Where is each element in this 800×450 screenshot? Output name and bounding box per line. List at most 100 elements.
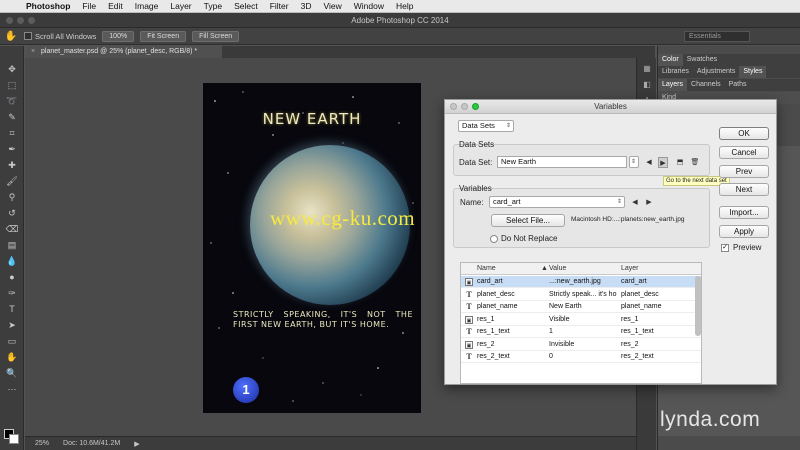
menu-filter[interactable]: Filter [264,1,295,11]
shape-tool-icon[interactable]: ▭ [5,334,19,348]
previous-variable-icon[interactable]: ◀ [630,197,640,208]
data-sets-group-title: Data Sets [459,140,495,149]
history-brush-tool-icon[interactable]: ↺ [5,206,19,220]
background-color-swatch[interactable] [9,434,19,444]
variables-table[interactable]: Name ▲ Value Layer ▣ card_art ...:new_eart… [460,262,702,384]
fit-screen-button[interactable]: Fit Screen [140,30,187,42]
history-panel-icon[interactable]: ▦ [641,64,653,74]
scroll-all-windows-checkbox[interactable]: Scroll All Windows [24,32,96,41]
hand-tool-icon[interactable]: ✋ [5,350,19,364]
menu-help[interactable]: Help [390,1,419,11]
menu-layer[interactable]: Layer [164,1,197,11]
status-arrow-icon[interactable]: ▶ [134,440,139,448]
document-tab[interactable]: × planet_master.psd @ 25% (planet_desc, … [27,46,222,58]
tab-styles[interactable]: Styles [739,66,767,78]
dialog-close-icon[interactable] [450,103,457,110]
properties-panel-icon[interactable]: ◧ [641,80,653,90]
menu-type[interactable]: Type [198,1,228,11]
zoom-level[interactable]: 25% [35,440,49,447]
dialog-zoom-icon[interactable] [472,103,479,110]
lasso-tool-icon[interactable]: ➰ [5,94,19,108]
table-row[interactable]: ▣ res_2 Invisible res_2 [461,339,701,351]
menu-image[interactable]: Image [129,1,165,11]
menu-select[interactable]: Select [228,1,264,11]
menu-file[interactable]: File [76,1,102,11]
next-data-set-icon[interactable]: ▶ [658,157,668,168]
select-file-button[interactable]: Select File... [491,214,565,227]
import-button[interactable]: Import... [719,206,769,219]
table-scrollbar[interactable] [695,276,701,336]
delete-data-set-icon[interactable]: 🗑 [690,157,700,168]
mode-select-value: Data Sets [462,121,495,130]
dialog-minimize-icon[interactable] [461,103,468,110]
fill-screen-button[interactable]: Fill Screen [192,30,240,42]
data-set-field[interactable]: New Earth [497,156,627,168]
card-title-text: NEW EARTH [262,110,362,128]
tab-adjustments[interactable]: Adjustments [693,66,740,78]
column-name-header[interactable]: Name [477,263,496,275]
tab-libraries[interactable]: Libraries [658,66,693,78]
more-tools-icon[interactable]: ⋯ [5,382,19,396]
table-row[interactable]: Tplanet_desc Strictly speak... it's home.… [461,289,701,301]
next-variable-icon[interactable]: ▶ [644,197,654,208]
table-row[interactable]: Tplanet_name New Earth planet_name [461,301,701,313]
do-not-replace-radio[interactable] [490,235,498,243]
crop-tool-icon[interactable]: ⌗ [5,126,19,140]
apply-button[interactable]: Apply [719,225,769,238]
column-value-header[interactable]: Value [549,263,566,275]
tab-paths[interactable]: Paths [725,79,751,91]
tab-color[interactable]: Color [658,54,683,66]
brush-tool-icon[interactable]: 🖌 [5,174,19,188]
menu-3d[interactable]: 3D [295,1,318,11]
tab-swatches[interactable]: Swatches [683,54,721,66]
eyedropper-tool-icon[interactable]: ✒ [5,142,19,156]
variable-name-select[interactable]: card_art ⇕ [489,196,625,208]
healing-brush-tool-icon[interactable]: ✚ [5,158,19,172]
table-row[interactable]: Tres_1_text 1 res_1_text [461,326,701,338]
close-tab-icon[interactable]: × [31,46,35,58]
hand-tool-icon[interactable]: ✋ [4,31,18,42]
previous-data-set-icon[interactable]: ◀ [644,157,654,168]
marquee-tool-icon[interactable]: ⬚ [5,78,19,92]
menu-window[interactable]: Window [348,1,390,11]
table-row[interactable]: ▣ card_art ...:new_earth.jpg card_art [461,276,701,288]
next-button[interactable]: Next [719,183,769,196]
row-layer-cell: card_art [621,278,647,285]
table-row[interactable]: Tres_2_text 0 res_2_text [461,351,701,363]
preview-checkbox[interactable]: ✓ [721,244,729,252]
mode-select[interactable]: Data Sets ⇕ [458,120,514,132]
document-canvas[interactable]: NEW EARTH STRICTLY SPEAKING, IT'S NOT TH… [203,83,421,413]
save-data-set-icon[interactable]: ⬒ [675,157,685,168]
quick-select-tool-icon[interactable]: ✎ [5,110,19,124]
pen-tool-icon[interactable]: ✑ [5,286,19,300]
move-tool-icon[interactable]: ✥ [5,62,19,76]
ok-button[interactable]: OK [719,127,769,140]
tab-channels[interactable]: Channels [687,79,725,91]
column-layer-header[interactable]: Layer [621,263,639,275]
path-selection-tool-icon[interactable]: ➤ [5,318,19,332]
gradient-tool-icon[interactable]: ▤ [5,238,19,252]
dodge-tool-icon[interactable]: ● [5,270,19,284]
dialog-window-controls [450,103,479,110]
row-value-cell: Invisible [549,340,575,348]
clone-stamp-tool-icon[interactable]: ⚲ [5,190,19,204]
preview-label: Preview [733,243,762,252]
menu-app[interactable]: Photoshop [20,1,76,11]
color-panel-tabs: Color Swatches [658,54,800,66]
tab-layers[interactable]: Layers [658,79,688,91]
zoom-100-button[interactable]: 100% [102,30,135,42]
eraser-tool-icon[interactable]: ⌫ [5,222,19,236]
sort-ascending-icon[interactable]: ▲ [541,263,548,275]
zoom-tool-icon[interactable]: 🔍 [5,366,19,380]
workspace-switcher[interactable]: Essentials [684,31,750,42]
type-tool-icon[interactable]: T [5,302,19,316]
table-row[interactable]: ▣ res_1 Visible res_1 [461,314,701,326]
menu-view[interactable]: View [317,1,347,11]
data-set-dropdown[interactable]: ⇕ [629,156,639,168]
text-variable-icon: T [466,327,472,336]
checkbox-box[interactable] [24,32,32,40]
cancel-button[interactable]: Cancel [719,146,769,159]
blur-tool-icon[interactable]: 💧 [5,254,19,268]
menu-edit[interactable]: Edit [102,1,129,11]
prev-button[interactable]: Prev [719,165,769,178]
